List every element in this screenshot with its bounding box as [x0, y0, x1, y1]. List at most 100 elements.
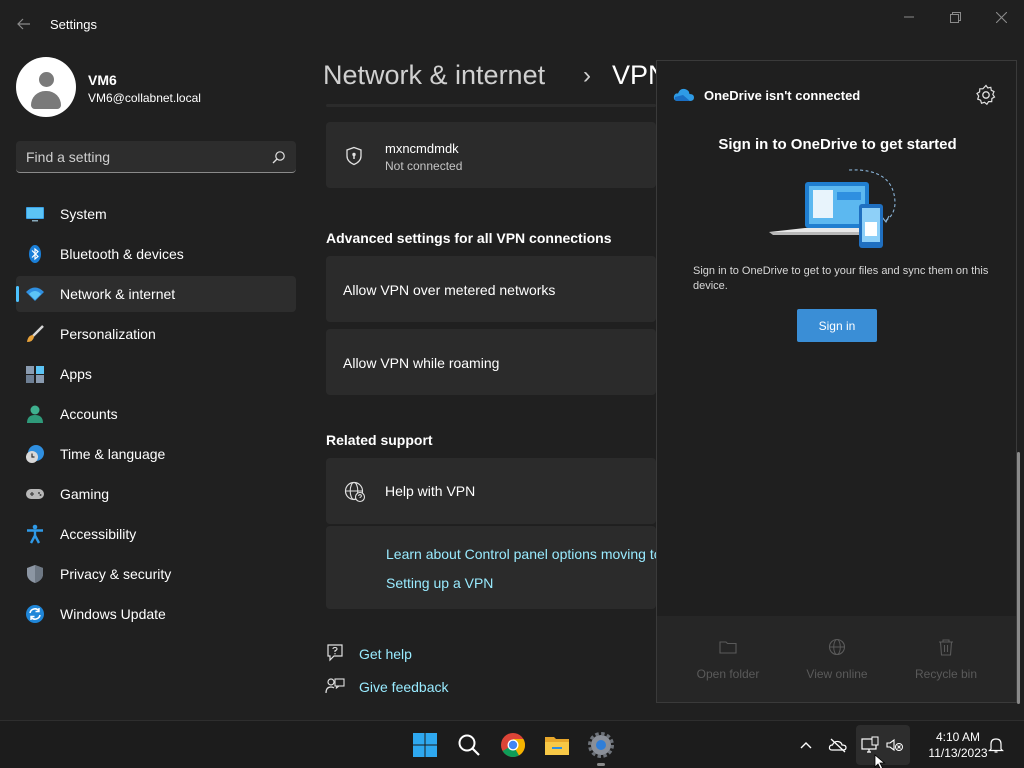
action-label: View online	[806, 667, 868, 681]
sidebar-item-personalization[interactable]: Personalization	[16, 316, 296, 352]
card-edge	[326, 104, 656, 107]
onedrive-footer: Open folder View online Recycle bin	[657, 616, 1016, 702]
title-bar	[0, 0, 1024, 48]
laptop-phone-sync-illustration	[769, 169, 896, 248]
action-label: Recycle bin	[914, 667, 978, 681]
sidebar-item-label: Network & internet	[60, 286, 176, 302]
setting-up-vpn-link[interactable]: Setting up a VPN	[386, 575, 493, 591]
back-button[interactable]	[10, 12, 38, 36]
globe-help-icon	[344, 481, 366, 503]
wifi-icon	[26, 287, 44, 301]
folder-icon	[719, 641, 737, 654]
clock-globe-icon	[26, 445, 44, 463]
trash-icon	[939, 639, 953, 656]
setting-label: Allow VPN while roaming	[343, 355, 500, 371]
gamepad-icon	[26, 489, 44, 499]
onedrive-flyout: OneDrive isn't connected Sign in to OneD…	[656, 60, 1017, 703]
search-icon[interactable]	[455, 731, 483, 759]
bluetooth-icon	[29, 245, 41, 263]
onedrive-cloud-icon	[673, 88, 694, 101]
sidebar-item-accessibility[interactable]: Accessibility	[16, 516, 296, 552]
sidebar-item-apps[interactable]: Apps	[16, 356, 296, 392]
person-icon	[27, 405, 43, 423]
sidebar-item-accounts[interactable]: Accounts	[16, 396, 296, 432]
minimize-icon	[904, 16, 914, 18]
give-feedback-link[interactable]: Give feedback	[359, 679, 449, 695]
clock-time[interactable]: 4:10 AM	[920, 730, 996, 744]
get-help-link[interactable]: Get help	[359, 646, 412, 662]
notification-bell-icon[interactable]	[986, 735, 1006, 755]
clock-date[interactable]: 11/13/2023	[920, 746, 996, 760]
start-icon[interactable]	[411, 731, 439, 759]
vpn-shield-icon	[346, 146, 362, 166]
restore-button[interactable]	[932, 6, 978, 28]
breadcrumb-parent[interactable]: Network & internet	[323, 60, 545, 91]
sidebar-item-windows-update[interactable]: Windows Update	[16, 596, 296, 632]
setting-label: Allow VPN over metered networks	[343, 282, 556, 298]
section-heading-advanced: Advanced settings for all VPN connection…	[326, 230, 612, 246]
onedrive-offline-icon[interactable]	[828, 735, 848, 755]
sidebar-item-bluetooth[interactable]: Bluetooth & devices	[16, 236, 296, 272]
search-icon[interactable]	[272, 150, 286, 164]
open-folder-button[interactable]: Open folder	[673, 616, 783, 702]
accessibility-icon	[27, 524, 43, 544]
view-online-button[interactable]: View online	[782, 616, 892, 702]
help-with-vpn-card[interactable]: Help with VPN	[326, 458, 656, 524]
allow-vpn-metered-row[interactable]: Allow VPN over metered networks	[326, 256, 656, 322]
sidebar-item-label: Windows Update	[60, 606, 166, 622]
app-title: Settings	[50, 17, 97, 32]
sidebar-item-label: Personalization	[60, 326, 156, 342]
minimize-button[interactable]	[886, 6, 932, 28]
selection-indicator	[16, 286, 19, 302]
section-heading-related: Related support	[326, 432, 433, 448]
vpn-connection-card[interactable]: mxncmdmdk Not connected	[326, 122, 656, 188]
sidebar-item-privacy[interactable]: Privacy & security	[16, 556, 296, 592]
chevron-up-icon[interactable]	[796, 735, 816, 755]
avatar-body-shape	[31, 91, 61, 109]
sidebar-item-time-language[interactable]: Time & language	[16, 436, 296, 472]
settings-icon[interactable]	[587, 731, 615, 759]
gear-icon[interactable]	[975, 84, 997, 106]
sidebar-item-network[interactable]: Network & internet	[16, 276, 296, 312]
user-email: VM6@collabnet.local	[88, 91, 201, 105]
control-panel-options-link[interactable]: Learn about Control panel options moving…	[386, 546, 656, 562]
vpn-connection-status: Not connected	[385, 159, 463, 173]
mouse-cursor-icon	[874, 754, 886, 768]
recycle-bin-button[interactable]: Recycle bin	[891, 616, 1001, 702]
sidebar-item-label: Gaming	[60, 486, 110, 502]
taskbar: 4:10 AM 11/13/2023	[0, 720, 1024, 768]
apps-icon	[26, 366, 44, 383]
globe-icon	[828, 638, 846, 656]
chrome-icon[interactable]	[499, 731, 527, 759]
sidebar-item-label: Accounts	[60, 406, 118, 422]
help-with-vpn-label: Help with VPN	[385, 483, 476, 499]
sidebar-item-label: Privacy & security	[60, 566, 172, 582]
file-explorer-icon[interactable]	[543, 731, 571, 759]
onedrive-description: Sign in to OneDrive to get to your files…	[693, 265, 989, 292]
volume-muted-icon[interactable]	[885, 735, 905, 755]
running-indicator	[597, 763, 605, 766]
sidebar-item-label: Time & language	[60, 446, 166, 462]
onedrive-heading: Sign in to OneDrive to get started	[718, 136, 957, 153]
onedrive-title: OneDrive isn't connected	[704, 88, 861, 103]
sidebar-item-label: System	[60, 206, 107, 222]
close-button[interactable]	[978, 6, 1024, 28]
allow-vpn-roaming-row[interactable]: Allow VPN while roaming	[326, 329, 656, 395]
vpn-connection-name: mxncmdmdk	[385, 141, 459, 156]
scrollbar[interactable]	[1017, 452, 1020, 704]
search-box[interactable]	[16, 141, 296, 173]
onedrive-signin-button[interactable]: Sign in	[797, 309, 877, 342]
sidebar-item-system[interactable]: System	[16, 196, 296, 232]
give-feedback-icon	[325, 678, 345, 694]
restore-icon	[949, 11, 961, 23]
brush-icon	[27, 325, 44, 342]
shield-icon	[27, 565, 43, 583]
network-icon[interactable]	[860, 735, 880, 755]
search-input[interactable]	[26, 141, 266, 172]
avatar[interactable]	[16, 57, 76, 117]
sidebar-item-gaming[interactable]: Gaming	[16, 476, 296, 512]
avatar-head-shape	[39, 72, 54, 87]
back-arrow-icon	[17, 18, 30, 30]
get-help-icon	[327, 644, 343, 662]
sidebar-item-label: Accessibility	[60, 526, 137, 542]
